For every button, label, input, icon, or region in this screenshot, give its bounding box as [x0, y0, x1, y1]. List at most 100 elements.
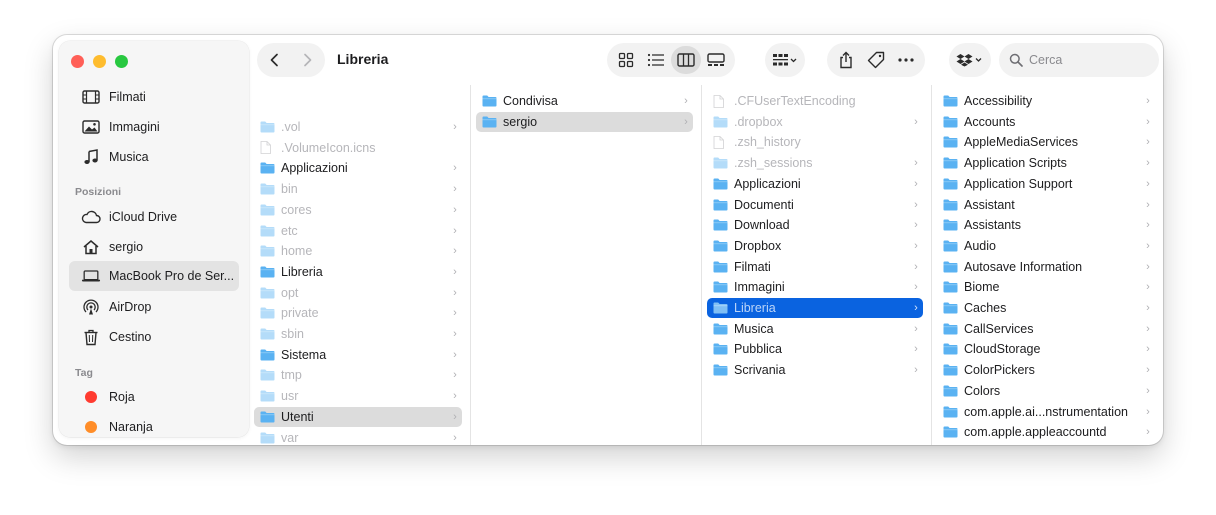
file-row-home[interactable]: home › — [254, 241, 462, 261]
browser-column-2[interactable]: Condivisa › sergio › — [471, 85, 702, 445]
file-name: Download — [734, 218, 790, 233]
chevron-right-icon: › — [453, 328, 457, 340]
file-row-volumeicon-icns[interactable]: .VolumeIcon.icns — [254, 138, 462, 158]
folder-icon — [943, 364, 958, 377]
file-row-cfusertextencoding[interactable]: .CFUserTextEncoding — [707, 91, 923, 111]
dropbox-menu[interactable] — [949, 43, 991, 77]
file-row-libreria[interactable]: Libreria › — [707, 298, 923, 318]
sidebar-item-immagini[interactable]: Immagini — [69, 113, 239, 141]
trash-icon — [81, 328, 101, 346]
file-row-zsh-history[interactable]: .zsh_history — [707, 132, 923, 152]
group-by-menu[interactable] — [765, 43, 805, 77]
share-button[interactable] — [831, 46, 861, 74]
folder-icon — [713, 343, 728, 356]
gallery-view-button[interactable] — [701, 46, 731, 74]
file-row-condivisa[interactable]: Condivisa › — [476, 91, 693, 111]
window-controls — [71, 55, 128, 68]
folder-icon — [713, 302, 728, 315]
file-name: Accounts — [964, 114, 1016, 129]
file-row-com-apple-appleaccountd[interactable]: com.apple.appleaccountd › — [937, 422, 1155, 442]
file-row-application-support[interactable]: Application Support › — [937, 174, 1155, 194]
file-row-bin[interactable]: bin › — [254, 179, 462, 199]
chevron-right-icon: › — [914, 219, 918, 232]
file-row-download[interactable]: Download › — [707, 215, 923, 235]
file-row-etc[interactable]: etc › — [254, 221, 462, 241]
file-name: .zsh_sessions — [734, 156, 813, 171]
folder-icon — [713, 260, 728, 273]
sidebar-item-sergio[interactable]: sergio — [69, 233, 239, 261]
file-row-private[interactable]: private › — [254, 303, 462, 323]
file-row-application-scripts[interactable]: Application Scripts › — [937, 153, 1155, 173]
sidebar-item-airdrop[interactable]: AirDrop — [69, 293, 239, 321]
search-field[interactable]: Cerca — [999, 43, 1159, 77]
sidebar-item-filmati[interactable]: Filmati — [69, 83, 239, 111]
list-view-button[interactable] — [641, 46, 671, 74]
file-name: Sistema — [281, 347, 327, 362]
file-row-audio[interactable]: Audio › — [937, 236, 1155, 256]
file-row-filmati[interactable]: Filmati › — [707, 257, 923, 277]
sidebar-item-label: MacBook Pro de Ser... — [109, 269, 235, 283]
dropbox-button[interactable] — [953, 46, 987, 74]
file-row-utenti[interactable]: Utenti › — [254, 406, 462, 427]
file-row-vol[interactable]: .vol › — [254, 117, 462, 137]
tag-button[interactable] — [861, 46, 891, 74]
sidebar-item-macbook[interactable]: MacBook Pro de Ser... — [69, 261, 239, 291]
file-row-dropbox[interactable]: .dropbox › — [707, 112, 923, 132]
sidebar-item-musica[interactable]: Musica — [69, 143, 239, 171]
file-row-accounts[interactable]: Accounts › — [937, 112, 1155, 132]
file-row-applemediaservices[interactable]: AppleMediaServices › — [937, 132, 1155, 152]
file-row-assistant[interactable]: Assistant › — [937, 195, 1155, 215]
zoom-window-button[interactable] — [115, 55, 128, 68]
file-row-cores[interactable]: cores › — [254, 200, 462, 220]
minimize-window-button[interactable] — [93, 55, 106, 68]
file-row-zsh-sessions[interactable]: .zsh_sessions › — [707, 153, 923, 173]
file-row-applicazioni[interactable]: Applicazioni › — [254, 158, 462, 178]
file-row-colorpickers[interactable]: ColorPickers › — [937, 360, 1155, 380]
file-row-sistema[interactable]: Sistema › — [254, 345, 462, 365]
folder-icon — [713, 239, 728, 252]
more-actions-button[interactable] — [891, 46, 921, 74]
sidebar-item-cestino[interactable]: Cestino — [69, 323, 239, 351]
file-row-documenti[interactable]: Documenti › — [707, 195, 923, 215]
forward-button[interactable] — [291, 43, 325, 77]
file-row-com-apple-ai-nstrumentation[interactable]: com.apple.ai...nstrumentation › — [937, 402, 1155, 422]
sidebar-tag-roja[interactable]: Roja — [69, 383, 239, 411]
file-row-tmp[interactable]: tmp › — [254, 365, 462, 385]
folder-icon — [943, 281, 958, 294]
browser-column-4[interactable]: Accessibility › Accounts › AppleMediaService… — [932, 85, 1163, 445]
file-row-sbin[interactable]: sbin › — [254, 324, 462, 344]
chevron-right-icon: › — [1146, 322, 1150, 335]
file-row-autosave-information[interactable]: Autosave Information › — [937, 257, 1155, 277]
file-row-musica[interactable]: Musica › — [707, 319, 923, 339]
file-row-dropbox[interactable]: Dropbox › — [707, 236, 923, 256]
file-name: Utenti — [281, 409, 314, 424]
file-row-biome[interactable]: Biome › — [937, 277, 1155, 297]
file-row-libreria[interactable]: Libreria › — [254, 262, 462, 282]
file-row-accessibility[interactable]: Accessibility › — [937, 91, 1155, 111]
file-name: .dropbox — [734, 114, 783, 129]
file-row-usr[interactable]: usr › — [254, 386, 462, 406]
file-row-callservices[interactable]: CallServices › — [937, 319, 1155, 339]
browser-column-3[interactable]: .CFUserTextEncoding .dropbox › .zsh_history… — [702, 85, 932, 445]
file-row-opt[interactable]: opt › — [254, 283, 462, 303]
folder-icon — [713, 364, 728, 377]
column-view-button[interactable] — [671, 46, 701, 74]
icon-view-button[interactable] — [611, 46, 641, 74]
file-row-applicazioni[interactable]: Applicazioni › — [707, 174, 923, 194]
file-row-caches[interactable]: Caches › — [937, 298, 1155, 318]
file-row-assistants[interactable]: Assistants › — [937, 215, 1155, 235]
file-row-scrivania[interactable]: Scrivania › — [707, 360, 923, 380]
back-button[interactable] — [257, 43, 291, 77]
file-row-immagini[interactable]: Immagini › — [707, 277, 923, 297]
close-window-button[interactable] — [71, 55, 84, 68]
file-row-sergio[interactable]: sergio › — [476, 111, 693, 132]
browser-column-1[interactable]: .vol › .VolumeIcon.icns Applicazioni › bin › co… — [249, 85, 471, 445]
file-row-pubblica[interactable]: Pubblica › — [707, 339, 923, 359]
file-row-var[interactable]: var › — [254, 428, 462, 446]
sidebar-item-icloud-drive[interactable]: iCloud Drive — [69, 203, 239, 231]
file-row-cloudstorage[interactable]: CloudStorage › — [937, 339, 1155, 359]
group-by-button[interactable] — [769, 46, 801, 74]
sidebar-tag-naranja[interactable]: Naranja — [69, 413, 239, 441]
file-row-colors[interactable]: Colors › — [937, 381, 1155, 401]
chevron-right-icon: › — [453, 390, 457, 403]
